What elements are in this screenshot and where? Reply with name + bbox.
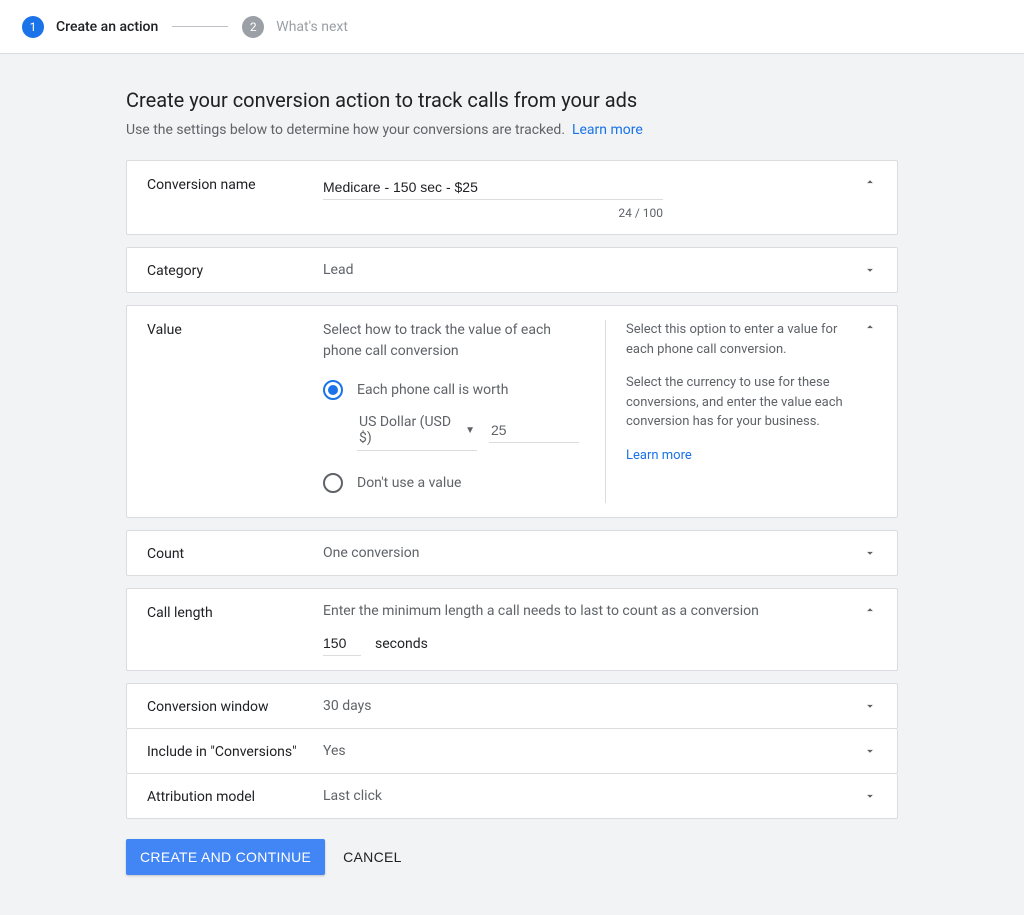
radio-each-label: Each phone call is worth [357,382,508,398]
page-subtitle: Use the settings below to determine how … [126,122,898,138]
conversion-name-input[interactable] [323,175,663,200]
include-conversions-value: Yes [323,743,863,759]
conversion-window-card[interactable]: Conversion window 30 days [126,683,898,729]
chevron-down-icon [863,263,877,277]
conversion-name-label: Conversion name [147,175,323,193]
step-connector [172,26,228,27]
radio-unselected-icon [323,473,343,493]
step-create-action[interactable]: 1 Create an action [22,16,158,38]
learn-more-link[interactable]: Learn more [572,122,643,138]
category-label: Category [147,261,323,279]
call-length-description: Enter the minimum length a call needs to… [323,603,863,619]
call-length-label: Call length [147,603,323,621]
expand-toggle[interactable] [863,699,877,713]
step-2-label: What's next [276,19,348,35]
step-2-circle: 2 [242,16,264,38]
collapse-toggle[interactable] [863,320,877,334]
help-text-2: Select the currency to use for these con… [626,373,863,432]
value-card: Value Select how to track the value of e… [126,305,898,518]
expand-toggle[interactable] [863,546,877,560]
currency-value: US Dollar (USD $) [359,414,465,446]
radio-none-label: Don't use a value [357,475,461,491]
create-and-continue-button[interactable]: CREATE AND CONTINUE [126,839,325,875]
attribution-model-value: Last click [323,788,863,804]
step-1-label: Create an action [56,19,158,35]
expand-toggle[interactable] [863,263,877,277]
chevron-down-icon [863,546,877,560]
char-count: 24 / 100 [323,206,663,220]
count-card[interactable]: Count One conversion [126,530,898,576]
dropdown-icon: ▼ [465,425,475,436]
page-content: Create your conversion action to track c… [0,54,1024,915]
count-value: One conversion [323,545,863,561]
count-label: Count [147,544,323,562]
collapse-toggle[interactable] [863,175,877,189]
category-value: Lead [323,262,863,278]
include-conversions-label: Include in "Conversions" [147,742,323,760]
conversion-window-label: Conversion window [147,697,323,715]
chevron-up-icon [863,320,877,334]
currency-select[interactable]: US Dollar (USD $) ▼ [357,410,477,451]
include-conversions-card[interactable]: Include in "Conversions" Yes [126,729,898,774]
call-length-card: Call length Enter the minimum length a c… [126,588,898,671]
radio-each-call[interactable]: Each phone call is worth [323,380,585,400]
chevron-down-icon [863,744,877,758]
radio-selected-icon [323,380,343,400]
chevron-down-icon [863,699,877,713]
expand-toggle[interactable] [863,789,877,803]
cancel-button[interactable]: CANCEL [343,849,402,865]
value-label: Value [147,320,323,338]
stepper-bar: 1 Create an action 2 What's next [0,0,1024,54]
attribution-model-card[interactable]: Attribution model Last click [126,774,898,819]
conversion-window-value: 30 days [323,698,863,714]
expand-toggle[interactable] [863,744,877,758]
category-card[interactable]: Category Lead [126,247,898,293]
value-help-panel: Select this option to enter a value for … [605,320,863,503]
chevron-up-icon [863,603,877,617]
value-learn-more-link[interactable]: Learn more [626,448,692,463]
call-length-input[interactable] [323,631,361,656]
value-amount-input[interactable] [489,418,579,443]
value-description: Select how to track the value of each ph… [323,320,585,362]
step-whats-next[interactable]: 2 What's next [242,16,348,38]
chevron-down-icon [863,789,877,803]
page-subtitle-text: Use the settings below to determine how … [126,122,565,138]
chevron-up-icon [863,175,877,189]
help-text-1: Select this option to enter a value for … [626,320,863,359]
conversion-name-card: Conversion name 24 / 100 [126,160,898,235]
seconds-label: seconds [375,636,428,652]
page-title: Create your conversion action to track c… [126,88,898,112]
attribution-model-label: Attribution model [147,787,323,805]
step-1-circle: 1 [22,16,44,38]
collapse-toggle[interactable] [863,603,877,617]
radio-no-value[interactable]: Don't use a value [323,473,585,493]
action-bar: CREATE AND CONTINUE CANCEL [126,839,898,875]
